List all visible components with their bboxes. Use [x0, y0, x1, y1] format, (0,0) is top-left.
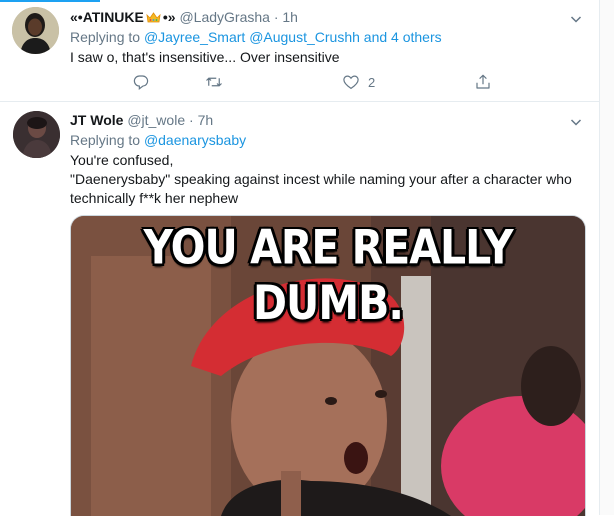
display-name-prefix: «•ATINUKE — [70, 9, 144, 25]
avatar[interactable] — [12, 7, 59, 54]
retweet-icon — [206, 77, 222, 87]
heart-icon — [343, 75, 359, 90]
reply-icon — [133, 75, 149, 90]
tweet-actions: 2 — [70, 70, 510, 94]
display-name[interactable]: «•ATINUKE •» — [70, 9, 176, 25]
mention-link[interactable]: @daenarysbaby — [144, 132, 246, 148]
display-name[interactable]: JT Wole — [70, 112, 123, 128]
replying-label: Replying to — [70, 132, 141, 148]
scrollbar[interactable] — [600, 0, 614, 515]
display-name-suffix: •» — [162, 9, 176, 25]
tweet[interactable]: «•ATINUKE •» @LadyGrasha · 1h Replying to… — [0, 0, 599, 102]
separator-dot: · — [189, 112, 194, 128]
tweet-body: «•ATINUKE •» @LadyGrasha · 1h Replying to… — [70, 8, 585, 67]
others-link[interactable]: and 4 others — [364, 29, 442, 45]
mention-link[interactable]: @Jayree_Smart — [144, 29, 245, 45]
replying-to: Replying to @daenarysbaby — [70, 131, 585, 150]
reply-button[interactable] — [132, 70, 150, 94]
tweet[interactable]: JT Wole @jt_wole · 7h Replying to @daena… — [0, 102, 599, 516]
tweet-text: You're confused, "Daenerysbaby" speaking… — [70, 151, 585, 208]
tweet-text-line: You're confused, — [70, 152, 174, 168]
share-button[interactable] — [474, 70, 492, 94]
tweet-text: I saw o, that's insensitive... Over inse… — [70, 49, 340, 65]
timeline: «•ATINUKE •» @LadyGrasha · 1h Replying to… — [0, 0, 600, 516]
timestamp[interactable]: 1h — [282, 9, 298, 25]
chevron-down-icon[interactable] — [569, 115, 583, 129]
replying-label: Replying to — [70, 29, 141, 45]
tweet-body: JT Wole @jt_wole · 7h Replying to @daena… — [70, 111, 585, 208]
like-count: 2 — [368, 74, 376, 90]
user-handle[interactable]: @jt_wole — [127, 112, 185, 128]
gif-caption: YOU ARE REALLY DUMB. — [143, 220, 513, 331]
replying-to: Replying to @Jayree_Smart @August_Crushh… — [70, 28, 585, 47]
avatar[interactable] — [13, 111, 60, 158]
tweet-text-line: "Daenerysbaby" speaking against incest w… — [70, 171, 572, 206]
chevron-down-icon[interactable] — [569, 12, 583, 26]
mention-link[interactable]: @August_Crushh — [249, 29, 360, 45]
like-button[interactable]: 2 — [342, 70, 375, 94]
retweet-button[interactable] — [205, 70, 223, 94]
user-handle[interactable]: @LadyGrasha — [179, 9, 269, 25]
timestamp[interactable]: 7h — [198, 112, 214, 128]
tweet-header: «•ATINUKE •» @LadyGrasha · 1h — [70, 8, 585, 26]
share-icon — [476, 74, 490, 89]
media-gif[interactable]: YOU ARE REALLY DUMB. — [70, 215, 586, 516]
tweet-header: JT Wole @jt_wole · 7h — [70, 111, 585, 129]
separator-dot: · — [273, 9, 279, 25]
crown-emoji-icon — [146, 12, 161, 23]
